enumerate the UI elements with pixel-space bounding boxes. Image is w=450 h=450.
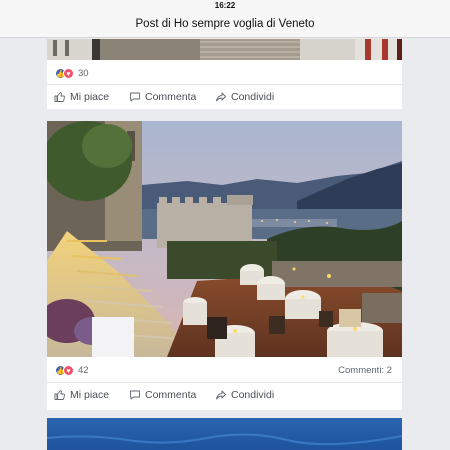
comment-label: Commenta — [145, 91, 197, 103]
heart-icon: ♥ — [63, 364, 74, 376]
navigation-bar: Post di Ho sempre voglia di Veneto — [0, 12, 450, 38]
reaction-count: 42 — [78, 364, 89, 376]
like-button[interactable]: Mi piace — [54, 91, 109, 103]
post-photo[interactable] — [47, 39, 402, 60]
status-time: 16:22 — [214, 1, 236, 10]
post: 👍 ♥ 42 Commenti: 2 Mi piace Commenta Con… — [47, 121, 402, 410]
post-actions: Mi piace Commenta Condividi — [47, 382, 402, 408]
page-title: Post di Ho sempre voglia di Veneto — [135, 18, 315, 30]
like-label: Mi piace — [70, 91, 110, 103]
reactions-summary[interactable]: 👍 ♥ 30 — [55, 67, 89, 79]
speech-bubble-icon — [130, 390, 140, 400]
reaction-count: 30 — [78, 67, 89, 79]
terrace-lake-view-photo — [47, 121, 402, 357]
sea-photo — [47, 418, 402, 450]
share-label: Condividi — [231, 389, 275, 401]
thumbs-up-outline-icon — [54, 92, 65, 102]
thumbs-up-outline-icon — [54, 390, 65, 400]
share-arrow-icon — [216, 92, 226, 102]
comment-button[interactable]: Commenta — [129, 91, 196, 103]
heart-icon: ♥ — [63, 67, 74, 79]
comment-label: Commenta — [145, 389, 197, 401]
status-bar: 16:22 — [0, 0, 450, 12]
posts-feed[interactable]: 👍 ♥ 30 Mi piace Commenta Condividi 👍 ♥ 4… — [0, 39, 450, 450]
post — [47, 418, 402, 450]
post-photo[interactable] — [47, 418, 402, 450]
post: 👍 ♥ 30 Mi piace Commenta Condividi — [47, 39, 402, 109]
share-arrow-icon — [216, 390, 226, 400]
reactions-summary[interactable]: 👍 ♥ 42 — [55, 364, 89, 376]
share-button[interactable]: Condividi — [215, 389, 274, 401]
comment-button[interactable]: Commenta — [129, 389, 196, 401]
share-label: Condividi — [231, 91, 275, 103]
share-button[interactable]: Condividi — [215, 91, 274, 103]
post-photo[interactable] — [47, 121, 402, 357]
building-photo — [47, 39, 402, 60]
speech-bubble-icon — [130, 92, 140, 102]
post-stats: 👍 ♥ 42 Commenti: 2 — [47, 359, 402, 381]
like-button[interactable]: Mi piace — [54, 389, 109, 401]
post-actions: Mi piace Commenta Condividi — [47, 84, 402, 110]
like-label: Mi piace — [70, 389, 110, 401]
comments-count[interactable]: Commenti: 2 — [338, 365, 392, 376]
post-stats: 👍 ♥ 30 — [47, 62, 402, 84]
